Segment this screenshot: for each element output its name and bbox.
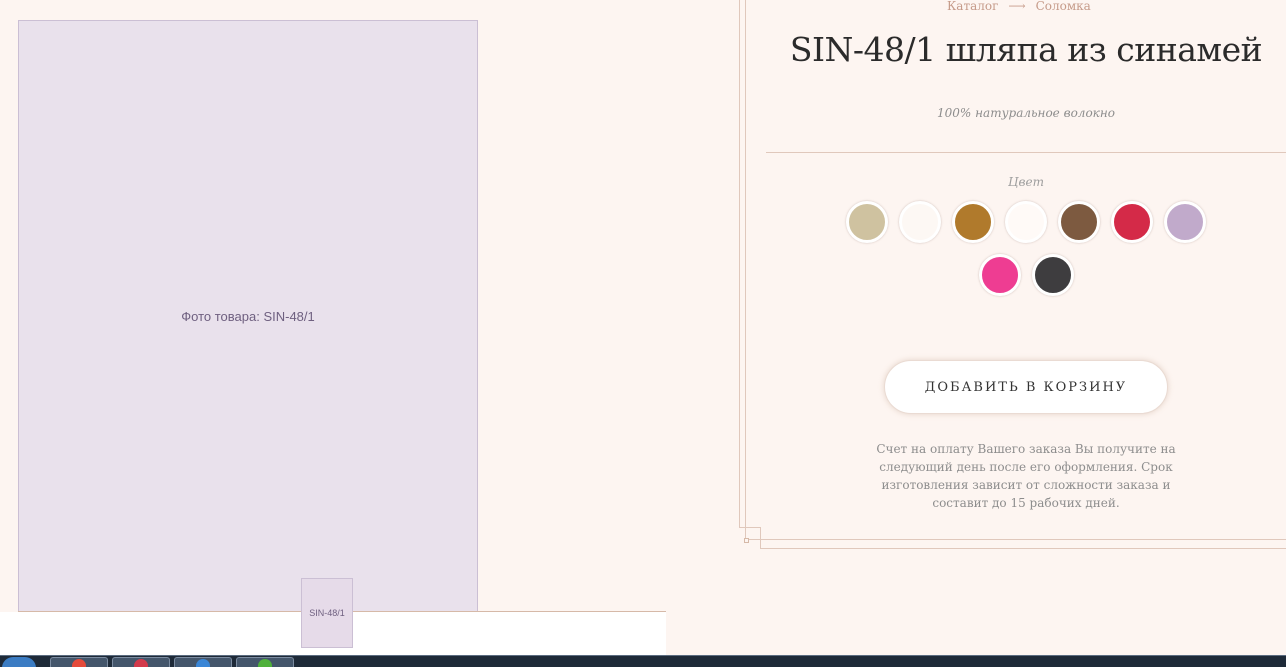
frame-line	[739, 0, 740, 528]
taskbar	[0, 655, 1286, 667]
product-photo[interactable]: Фото товара: SIN-48/1	[18, 20, 478, 612]
color-swatch[interactable]	[899, 201, 941, 243]
color-swatch[interactable]	[846, 201, 888, 243]
taskbar-button[interactable]	[236, 657, 294, 667]
frame-line	[745, 0, 746, 540]
color-swatch[interactable]	[978, 254, 1021, 296]
color-swatch[interactable]	[1005, 201, 1047, 243]
color-swatch[interactable]	[1058, 201, 1100, 243]
color-swatch[interactable]	[1031, 254, 1074, 296]
frame-line	[760, 527, 761, 549]
product-image-area: Фото товара: SIN-48/1	[0, 0, 666, 612]
product-title: SIN-48/1 шляпа из синамей	[789, 30, 1263, 69]
add-to-cart-button[interactable]: ДОБАВИТЬ В КОРЗИНУ	[884, 360, 1168, 414]
order-note: Счет на оплату Вашего заказа Вы получите…	[876, 442, 1176, 510]
frame-corner	[744, 538, 749, 543]
breadcrumb-catalog-link[interactable]: Каталог	[947, 0, 998, 13]
internet-explorer-icon	[196, 659, 210, 667]
frame-line	[739, 527, 760, 528]
breadcrumb-arrow-icon: ⟶	[1008, 0, 1026, 13]
thumbnail-label: SIN-48/1	[309, 608, 345, 618]
product-material: 100% натуральное волокно	[937, 106, 1115, 120]
color-label: Цвет	[1008, 175, 1044, 189]
taskbar-button[interactable]	[50, 657, 108, 667]
chrome-icon	[72, 659, 86, 667]
frame-line	[745, 539, 1286, 540]
frame-line	[760, 548, 1286, 549]
taskbar-button[interactable]	[112, 657, 170, 667]
start-button[interactable]	[2, 657, 36, 667]
taskbar-button[interactable]	[174, 657, 232, 667]
opera-icon	[134, 659, 148, 667]
breadcrumb-category-link[interactable]: Соломка	[1036, 0, 1091, 13]
product-thumbnail[interactable]: SIN-48/1	[301, 578, 353, 648]
breadcrumb: Каталог ⟶ Соломка	[947, 0, 1091, 13]
product-photo-label: Фото товара: SIN-48/1	[181, 308, 315, 324]
section-divider	[766, 152, 1286, 153]
color-swatch[interactable]	[1164, 201, 1206, 243]
color-swatch[interactable]	[1111, 201, 1153, 243]
green-app-icon	[258, 659, 272, 667]
color-swatch[interactable]	[952, 201, 994, 243]
